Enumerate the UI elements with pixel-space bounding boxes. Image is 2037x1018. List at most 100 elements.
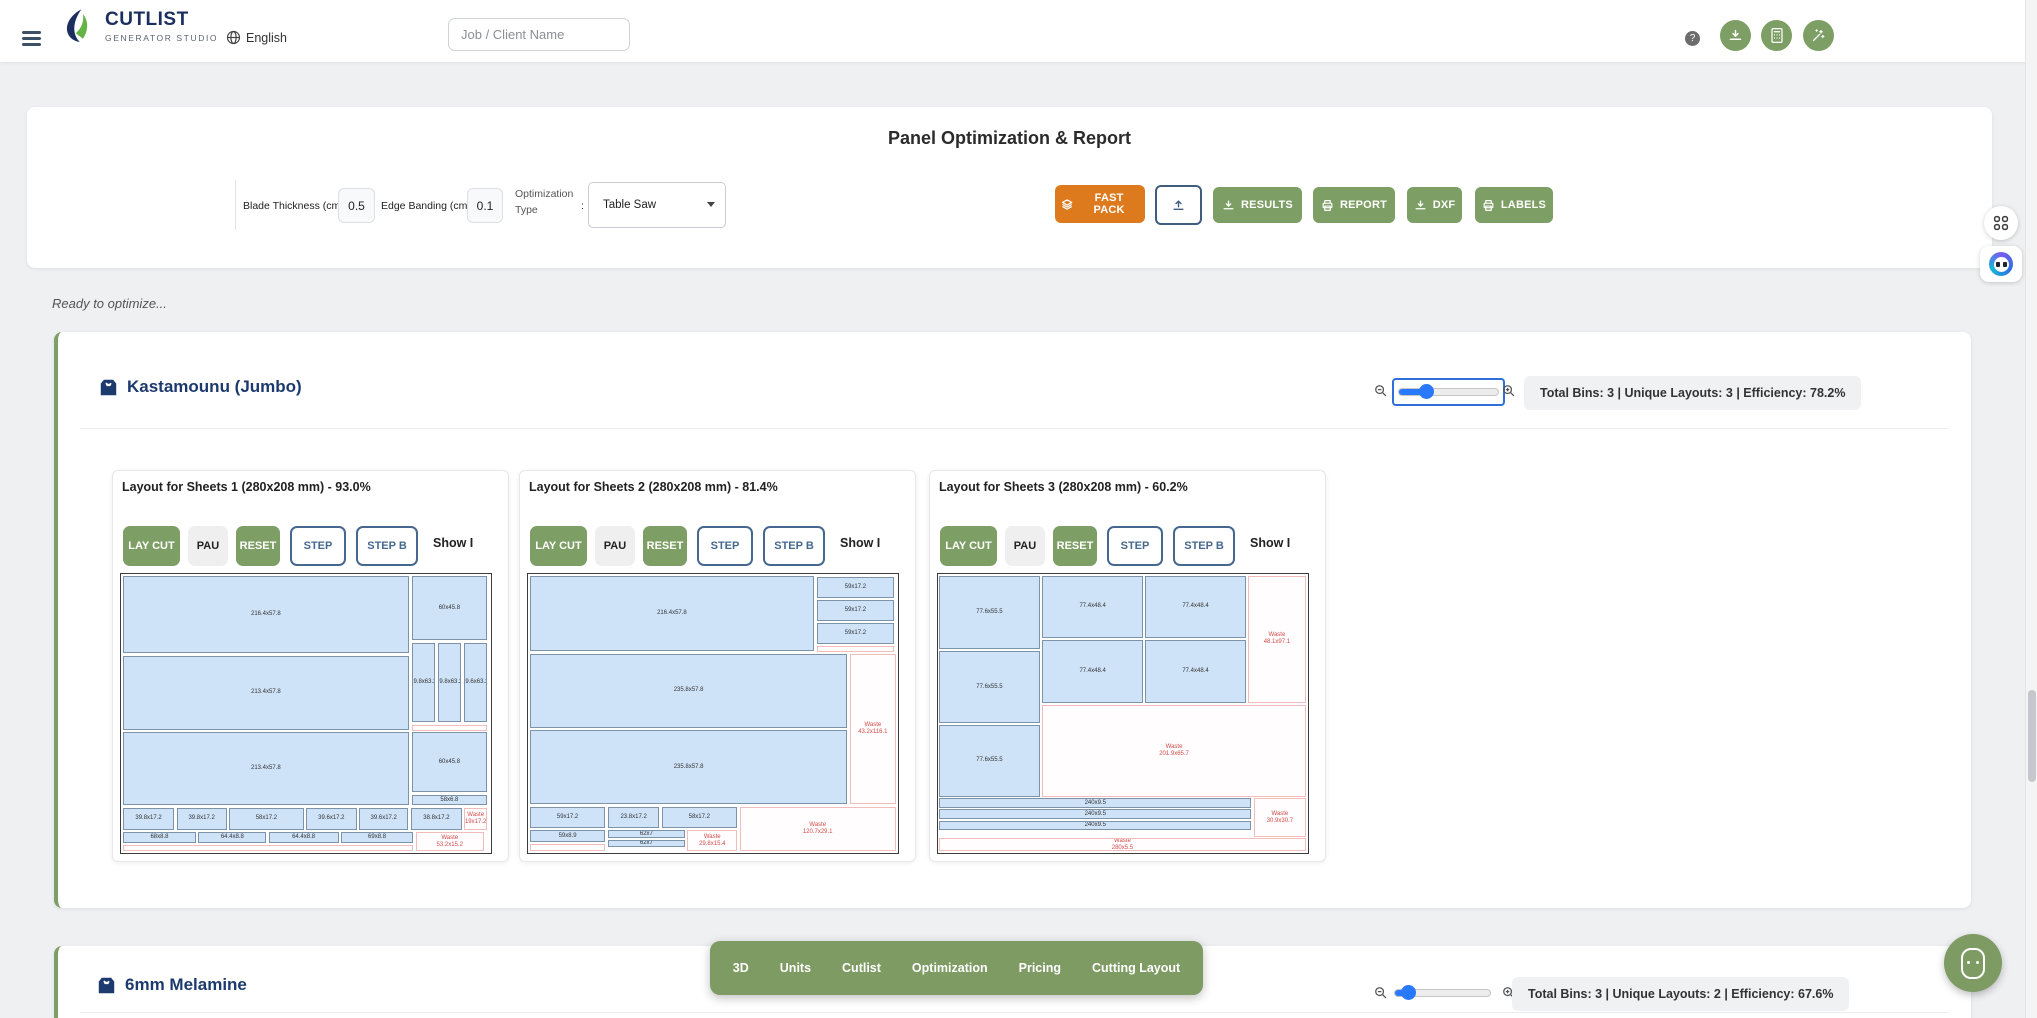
cut-piece: 77.4x48.4 [1042, 576, 1143, 638]
optimization-type-select[interactable]: Table Saw [588, 182, 726, 228]
show-labels-toggle[interactable]: Show I [433, 536, 503, 550]
show-labels-toggle[interactable]: Show I [1250, 536, 1320, 550]
waste-area: Waste 29.8x15.4 [687, 830, 737, 851]
bottom-nav: 3D Units Cutlist Optimization Pricing Cu… [710, 941, 1203, 995]
waste-area: Waste 280x5.5 [939, 838, 1306, 851]
waste-area: Waste 43.2x116.1 [850, 654, 896, 804]
dxf-button[interactable]: DXF [1407, 187, 1462, 223]
download-icon [1414, 199, 1427, 212]
optimization-toolbar-card: Panel Optimization & Report Blade Thickn… [27, 107, 1992, 268]
magic-wand-button[interactable] [1803, 20, 1834, 51]
cut-piece: 216.4x57.8 [123, 576, 409, 653]
cut-piece: 213.4x57.8 [123, 656, 409, 730]
reset-button[interactable]: RESET [643, 526, 687, 566]
zoom-slider[interactable] [1392, 378, 1505, 406]
cut-piece: 39.8x17.2 [177, 808, 227, 830]
cut-piece: 64.4x8.8 [269, 832, 339, 843]
nav-cutting-layout[interactable]: Cutting Layout [1092, 961, 1180, 975]
results-button[interactable]: RESULTS [1213, 187, 1302, 223]
download-button[interactable] [1720, 20, 1751, 51]
cut-piece: 240x9.5 [939, 798, 1251, 807]
cut-piece: 59x8.9 [530, 830, 605, 842]
page-scrollbar[interactable] [2025, 0, 2037, 1018]
labels-button[interactable]: LABELS [1475, 187, 1553, 223]
nav-optimization[interactable]: Optimization [912, 961, 988, 975]
nav-3d[interactable]: 3D [733, 961, 749, 975]
zoom-slider[interactable] [1394, 982, 1491, 1004]
scrollbar-thumb[interactable] [2028, 690, 2036, 782]
cut-piece: 213.4x57.8 [123, 732, 409, 805]
scroll-helper-button[interactable] [1944, 934, 2002, 992]
ai-assistant-icon [1989, 252, 2013, 276]
cut-piece: 240x9.5 [939, 809, 1251, 818]
waste-area [530, 844, 605, 852]
cut-piece: 58x17.2 [229, 808, 304, 830]
printer-icon [1321, 199, 1334, 212]
layout-title: Layout for Sheets 3 (280x208 mm) - 60.2% [939, 480, 1321, 494]
nav-cutlist[interactable]: Cutlist [842, 961, 881, 975]
nav-units[interactable]: Units [780, 961, 811, 975]
optimization-type-select-wrap: Table Saw [588, 182, 726, 228]
upload-icon [1171, 198, 1186, 213]
slider-thumb[interactable] [1419, 384, 1434, 399]
pause-button[interactable]: PAU [188, 526, 228, 566]
play-cuts-button[interactable]: LAY CUT [123, 526, 180, 566]
cut-piece: 68x8.8 [123, 832, 196, 843]
cut-piece: 39.6x17.2 [359, 808, 409, 830]
cut-piece: 23.8x17.2 [608, 807, 659, 828]
waste-area: Waste 53.2x15.2 [416, 832, 484, 851]
section-divider [80, 428, 1949, 429]
cut-piece: 77.6x55.5 [939, 576, 1040, 649]
logo-subtitle: GENERATOR STUDIO [105, 33, 218, 43]
blade-thickness-input[interactable] [338, 188, 375, 223]
upload-button[interactable] [1155, 185, 1202, 225]
slider-thumb[interactable] [1401, 985, 1416, 1000]
layout-title: Layout for Sheets 2 (280x208 mm) - 81.4% [529, 480, 911, 494]
help-icon[interactable]: ? [1685, 31, 1700, 46]
cut-piece: 38.8x17.2 [411, 808, 462, 830]
waste-area [412, 725, 487, 731]
pause-button[interactable]: PAU [1005, 526, 1045, 566]
reset-button[interactable]: RESET [1053, 526, 1097, 566]
section-stats: Total Bins: 3 | Unique Layouts: 2 | Effi… [1512, 977, 1849, 1011]
cutting-diagram: 216.4x57.859x17.259x17.259x17.2235.8x57.… [527, 573, 899, 854]
report-button[interactable]: REPORT [1313, 187, 1395, 223]
fast-pack-button[interactable]: FAST PACK [1055, 185, 1145, 223]
cut-piece: 19.6x63.2 [464, 643, 487, 723]
cutting-diagram: 216.4x57.860x45.819.8x63.219.8x63.219.6x… [120, 573, 492, 854]
edge-banding-label: Edge Banding (cm): [381, 200, 474, 212]
mouse-icon [1961, 948, 1985, 979]
play-cuts-button[interactable]: LAY CUT [530, 526, 587, 566]
job-client-input[interactable] [448, 18, 630, 51]
reset-button[interactable]: RESET [236, 526, 280, 566]
language-selector[interactable]: English [226, 30, 287, 45]
cut-piece: 39.8x17.2 [123, 808, 174, 830]
step-back-button[interactable]: STEP B [356, 526, 418, 566]
pause-button[interactable]: PAU [595, 526, 635, 566]
cutting-diagram: 77.6x55.577.6x55.577.6x55.577.4x48.477.4… [937, 573, 1309, 854]
cut-piece: 77.4x48.4 [1145, 576, 1246, 638]
printer-icon [1482, 199, 1495, 212]
download-icon [1222, 199, 1235, 212]
ai-assistant-button[interactable] [1980, 246, 2022, 282]
step-forward-button[interactable]: STEP [290, 526, 346, 566]
calculator-button[interactable] [1761, 20, 1792, 51]
play-cuts-button[interactable]: LAY CUT [940, 526, 997, 566]
section-title: 6mm Melamine [125, 975, 247, 995]
menu-button[interactable] [22, 31, 41, 46]
apps-grid-button[interactable] [1984, 206, 2018, 240]
magic-wand-icon [1811, 28, 1826, 43]
cut-piece: 62x7 [608, 830, 685, 838]
step-back-button[interactable]: STEP B [763, 526, 825, 566]
optimization-type-colon: : [581, 200, 584, 212]
step-forward-button[interactable]: STEP [697, 526, 753, 566]
step-forward-button[interactable]: STEP [1107, 526, 1163, 566]
show-labels-toggle[interactable]: Show I [840, 536, 910, 550]
nav-pricing[interactable]: Pricing [1019, 961, 1061, 975]
edge-banding-input[interactable] [467, 188, 503, 223]
section-title-row: Kastamounu (Jumbo) [99, 377, 302, 397]
globe-icon [226, 30, 241, 45]
step-back-button[interactable]: STEP B [1173, 526, 1235, 566]
logo-icon [63, 8, 95, 44]
blade-thickness-label: Blade Thickness (cm): [243, 200, 347, 212]
